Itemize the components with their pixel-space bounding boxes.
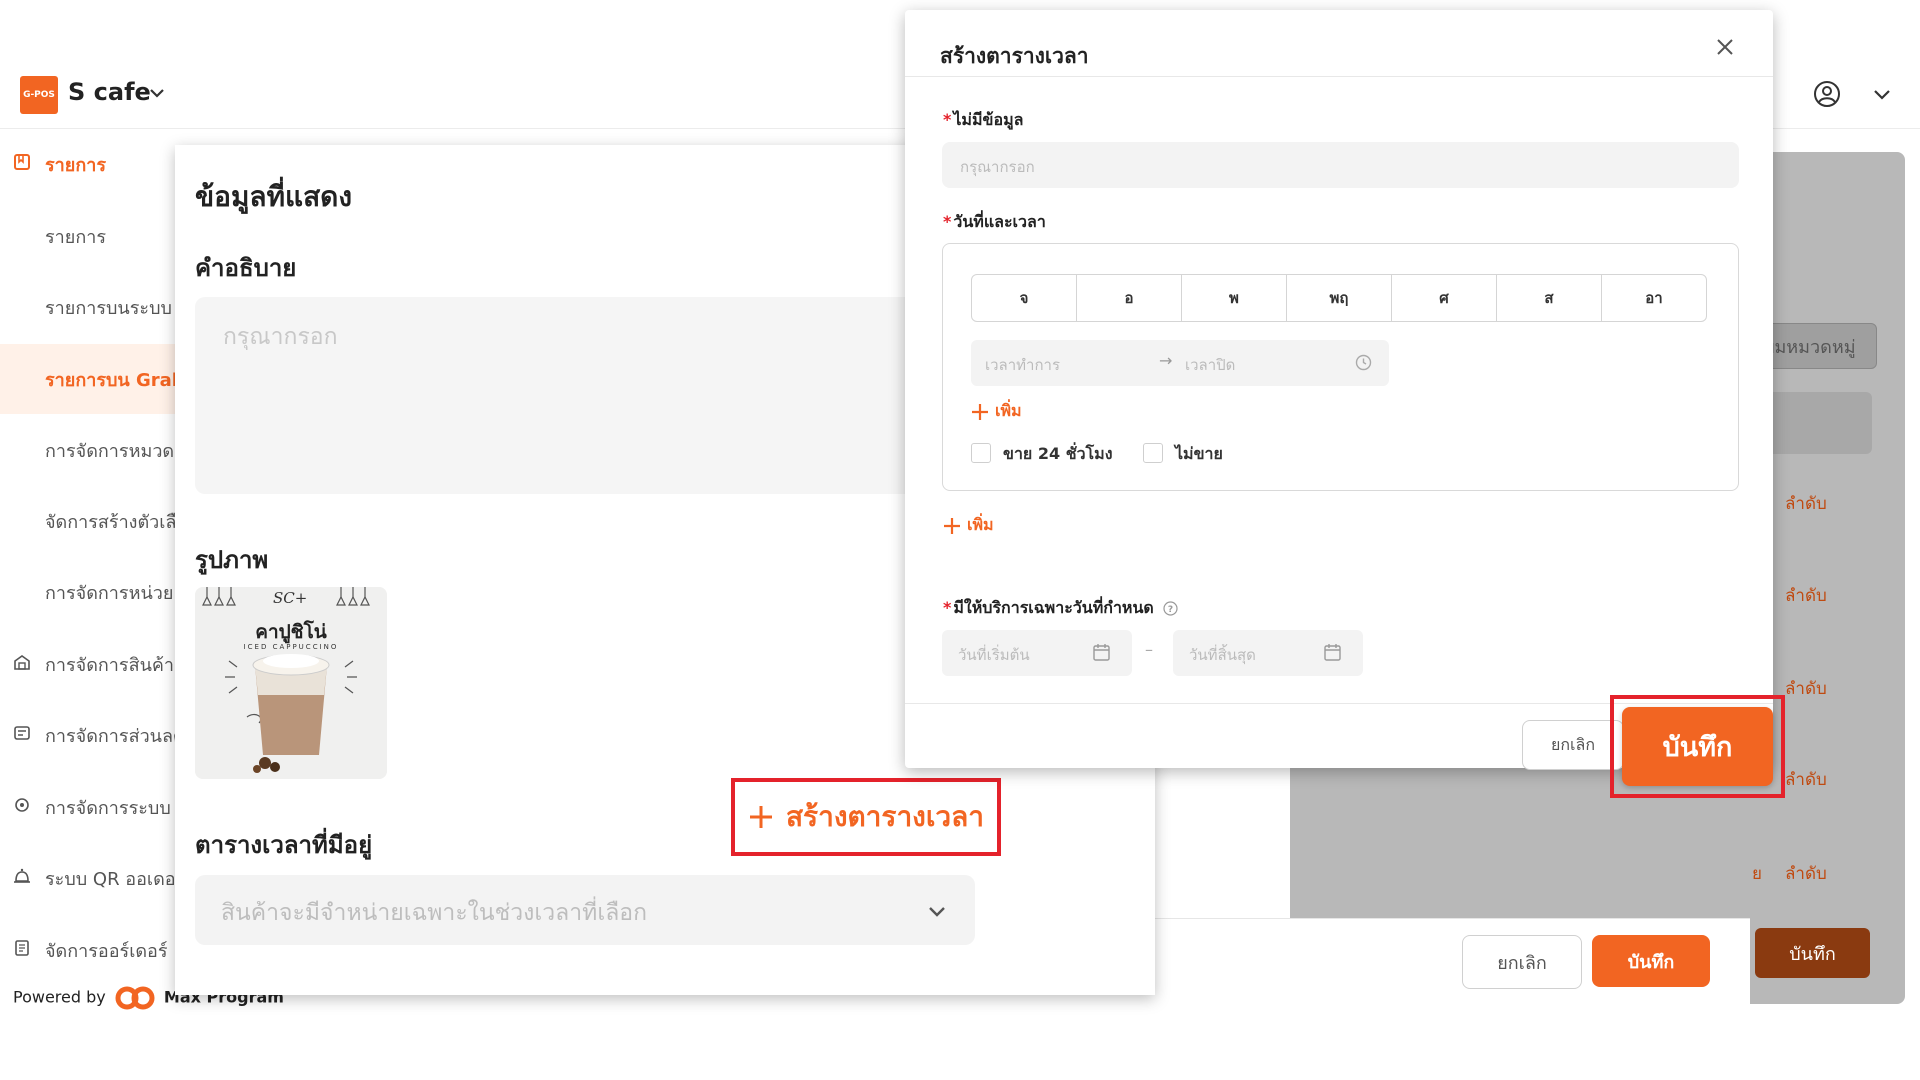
schedule-placeholder: สินค้าจะมีจำหน่ายเฉพาะในช่วงเวลาที่เลือก <box>221 900 648 926</box>
sidebar-item-label: รายการ <box>45 226 106 248</box>
modal-title: สร้างตารางเวลา <box>940 44 1089 68</box>
create-schedule-modal: สร้างตารางเวลา * ไม่มีข้อมูล กรุณากรอก * ว… <box>905 10 1773 770</box>
chevron-down-icon[interactable] <box>1872 84 1892 104</box>
start-date-input[interactable]: วันที่เริ่มต้น <box>942 630 1132 676</box>
day-selector: จ อ พ พฤ ศ ส อา <box>971 274 1707 322</box>
add-schedule-link[interactable]: เพิ่ม <box>943 513 994 538</box>
help-icon[interactable]: ? <box>1163 601 1178 616</box>
background-save-button[interactable]: บันทึก <box>1755 928 1870 978</box>
sell-24h-checkbox[interactable] <box>971 443 991 463</box>
plus-icon <box>944 517 960 534</box>
sidebar-item-label: การจัดการส่วนลด <box>45 725 185 747</box>
day-friday[interactable]: ศ <box>1392 275 1497 321</box>
sidebar-item-label: การจัดการหน่วย <box>45 582 174 604</box>
calendar-icon <box>1323 643 1342 662</box>
add-time-link[interactable]: เพิ่ม <box>971 399 1022 424</box>
sidebar-item-label: การจัดการระบบ <box>45 797 171 819</box>
system-icon <box>13 796 31 814</box>
save-button[interactable]: บันทึก <box>1592 935 1710 987</box>
divider <box>905 76 1773 77</box>
schedule-save-highlight: บันทึก <box>1610 695 1785 798</box>
close-icon[interactable] <box>1715 37 1735 57</box>
day-tuesday[interactable]: อ <box>1077 275 1182 321</box>
row-link[interactable]: ลำดับ <box>1785 582 1827 609</box>
sidebar-item-label: จัดการออร์เดอร์ <box>45 940 168 962</box>
image-label: รูปภาพ <box>195 546 269 574</box>
plus-icon <box>749 806 772 828</box>
plus-icon <box>972 403 988 420</box>
datetime-box: จ อ พ พฤ ศ ส อา เวลาทำการ → เวลาปิด เพิ่… <box>942 243 1739 491</box>
row-link[interactable]: ลำดับ <box>1785 490 1827 517</box>
sidebar-item-label: การจัดการสินค้า <box>45 654 175 676</box>
schedule-cancel-button[interactable]: ยกเลิก <box>1522 720 1624 770</box>
datetime-label: * วันที่และเวลา <box>943 212 1046 231</box>
create-schedule-label: สร้างตารางเวลา <box>785 800 985 833</box>
cancel-button[interactable]: ยกเลิก <box>1462 935 1582 989</box>
max-program-logo-icon <box>115 986 155 1010</box>
specific-dates-label: * มีให้บริการเฉพาะวันที่กำหนด ? <box>943 596 1178 621</box>
order-icon <box>13 939 31 957</box>
discount-icon <box>13 724 31 742</box>
schedule-name-input[interactable]: กรุณากรอก <box>942 142 1739 188</box>
day-saturday[interactable]: ส <box>1497 275 1602 321</box>
app-logo: G-POS <box>20 76 58 114</box>
add-label: เพิ่ม <box>995 401 1022 420</box>
schedule-label: ตารางเวลาที่มีอยู่ <box>195 831 373 859</box>
sidebar-item-label: การจัดการหมวดห <box>45 440 186 462</box>
open-time-placeholder: เวลาทำการ <box>985 356 1061 374</box>
name-label: * ไม่มีข้อมูล <box>943 110 1024 129</box>
row-link[interactable]: ลำดับ <box>1785 675 1827 702</box>
svg-text:?: ? <box>1168 605 1173 615</box>
user-icon[interactable] <box>1813 80 1841 108</box>
row-link[interactable]: ลำดับ <box>1785 766 1827 793</box>
arrow-icon: → <box>1159 351 1173 370</box>
sidebar-item-label: ระบบ QR ออเดอร์ <box>45 868 186 890</box>
name-placeholder: กรุณากรอก <box>960 158 1035 176</box>
day-sunday[interactable]: อา <box>1602 275 1706 321</box>
create-schedule-button[interactable]: สร้างตารางเวลา <box>731 778 1001 856</box>
row-link[interactable]: ลำดับ <box>1785 860 1827 887</box>
chevron-down-icon <box>927 901 947 921</box>
end-date-placeholder: วันที่สิ้นสุด <box>1189 646 1256 664</box>
modal-title: ข้อมูลที่แสดง <box>195 180 353 213</box>
store-name[interactable]: S cafe <box>68 78 151 106</box>
row-partial-text: ย <box>1752 864 1762 884</box>
warehouse-icon <box>13 653 31 671</box>
cappuccino-image-icon <box>195 587 387 779</box>
time-range-picker[interactable]: เวลาทำการ → เวลาปิด <box>971 340 1389 386</box>
sidebar-item-label: รายการ <box>45 154 106 176</box>
day-thursday[interactable]: พฤ <box>1287 275 1392 321</box>
close-time-placeholder: เวลาปิด <box>1185 356 1236 374</box>
image-subcaption: ICED CAPPUCCINO <box>243 643 339 651</box>
menu-book-icon <box>13 153 31 171</box>
end-date-input[interactable]: วันที่สิ้นสุด <box>1173 630 1363 676</box>
schedule-select[interactable]: สินค้าจะมีจำหน่ายเฉพาะในช่วงเวลาที่เลือก <box>195 875 975 945</box>
no-sell-checkbox[interactable] <box>1143 443 1163 463</box>
date-range-dash: – <box>1145 640 1153 659</box>
product-image[interactable]: SC+ คาปูชิโน่ ICED CAPPUCCINO <box>195 587 387 779</box>
clock-icon <box>1355 354 1372 371</box>
description-label: คำอธิบาย <box>195 254 297 282</box>
chevron-down-icon[interactable] <box>148 84 166 102</box>
calendar-icon <box>1092 643 1111 662</box>
bell-icon <box>13 867 31 885</box>
sidebar-item-label: รายการบนระบบ <box>45 297 172 319</box>
sidebar-item-label: รายการบน Grab <box>45 369 185 391</box>
sidebar-item-label: จัดการสร้างตัวเลื <box>45 511 177 533</box>
no-sell-label: ไม่ขาย <box>1175 444 1223 463</box>
sell-24h-label: ขาย 24 ชั่วโมง <box>1003 444 1113 463</box>
day-monday[interactable]: จ <box>972 275 1077 321</box>
schedule-save-button[interactable]: บันทึก <box>1622 707 1773 786</box>
description-placeholder: กรุณากรอก <box>223 324 338 350</box>
image-signature: SC+ <box>273 589 308 607</box>
add-label: เพิ่ม <box>967 515 994 534</box>
powered-by-label: Powered by <box>13 987 106 1007</box>
day-wednesday[interactable]: พ <box>1182 275 1287 321</box>
start-date-placeholder: วันที่เริ่มต้น <box>958 646 1030 664</box>
